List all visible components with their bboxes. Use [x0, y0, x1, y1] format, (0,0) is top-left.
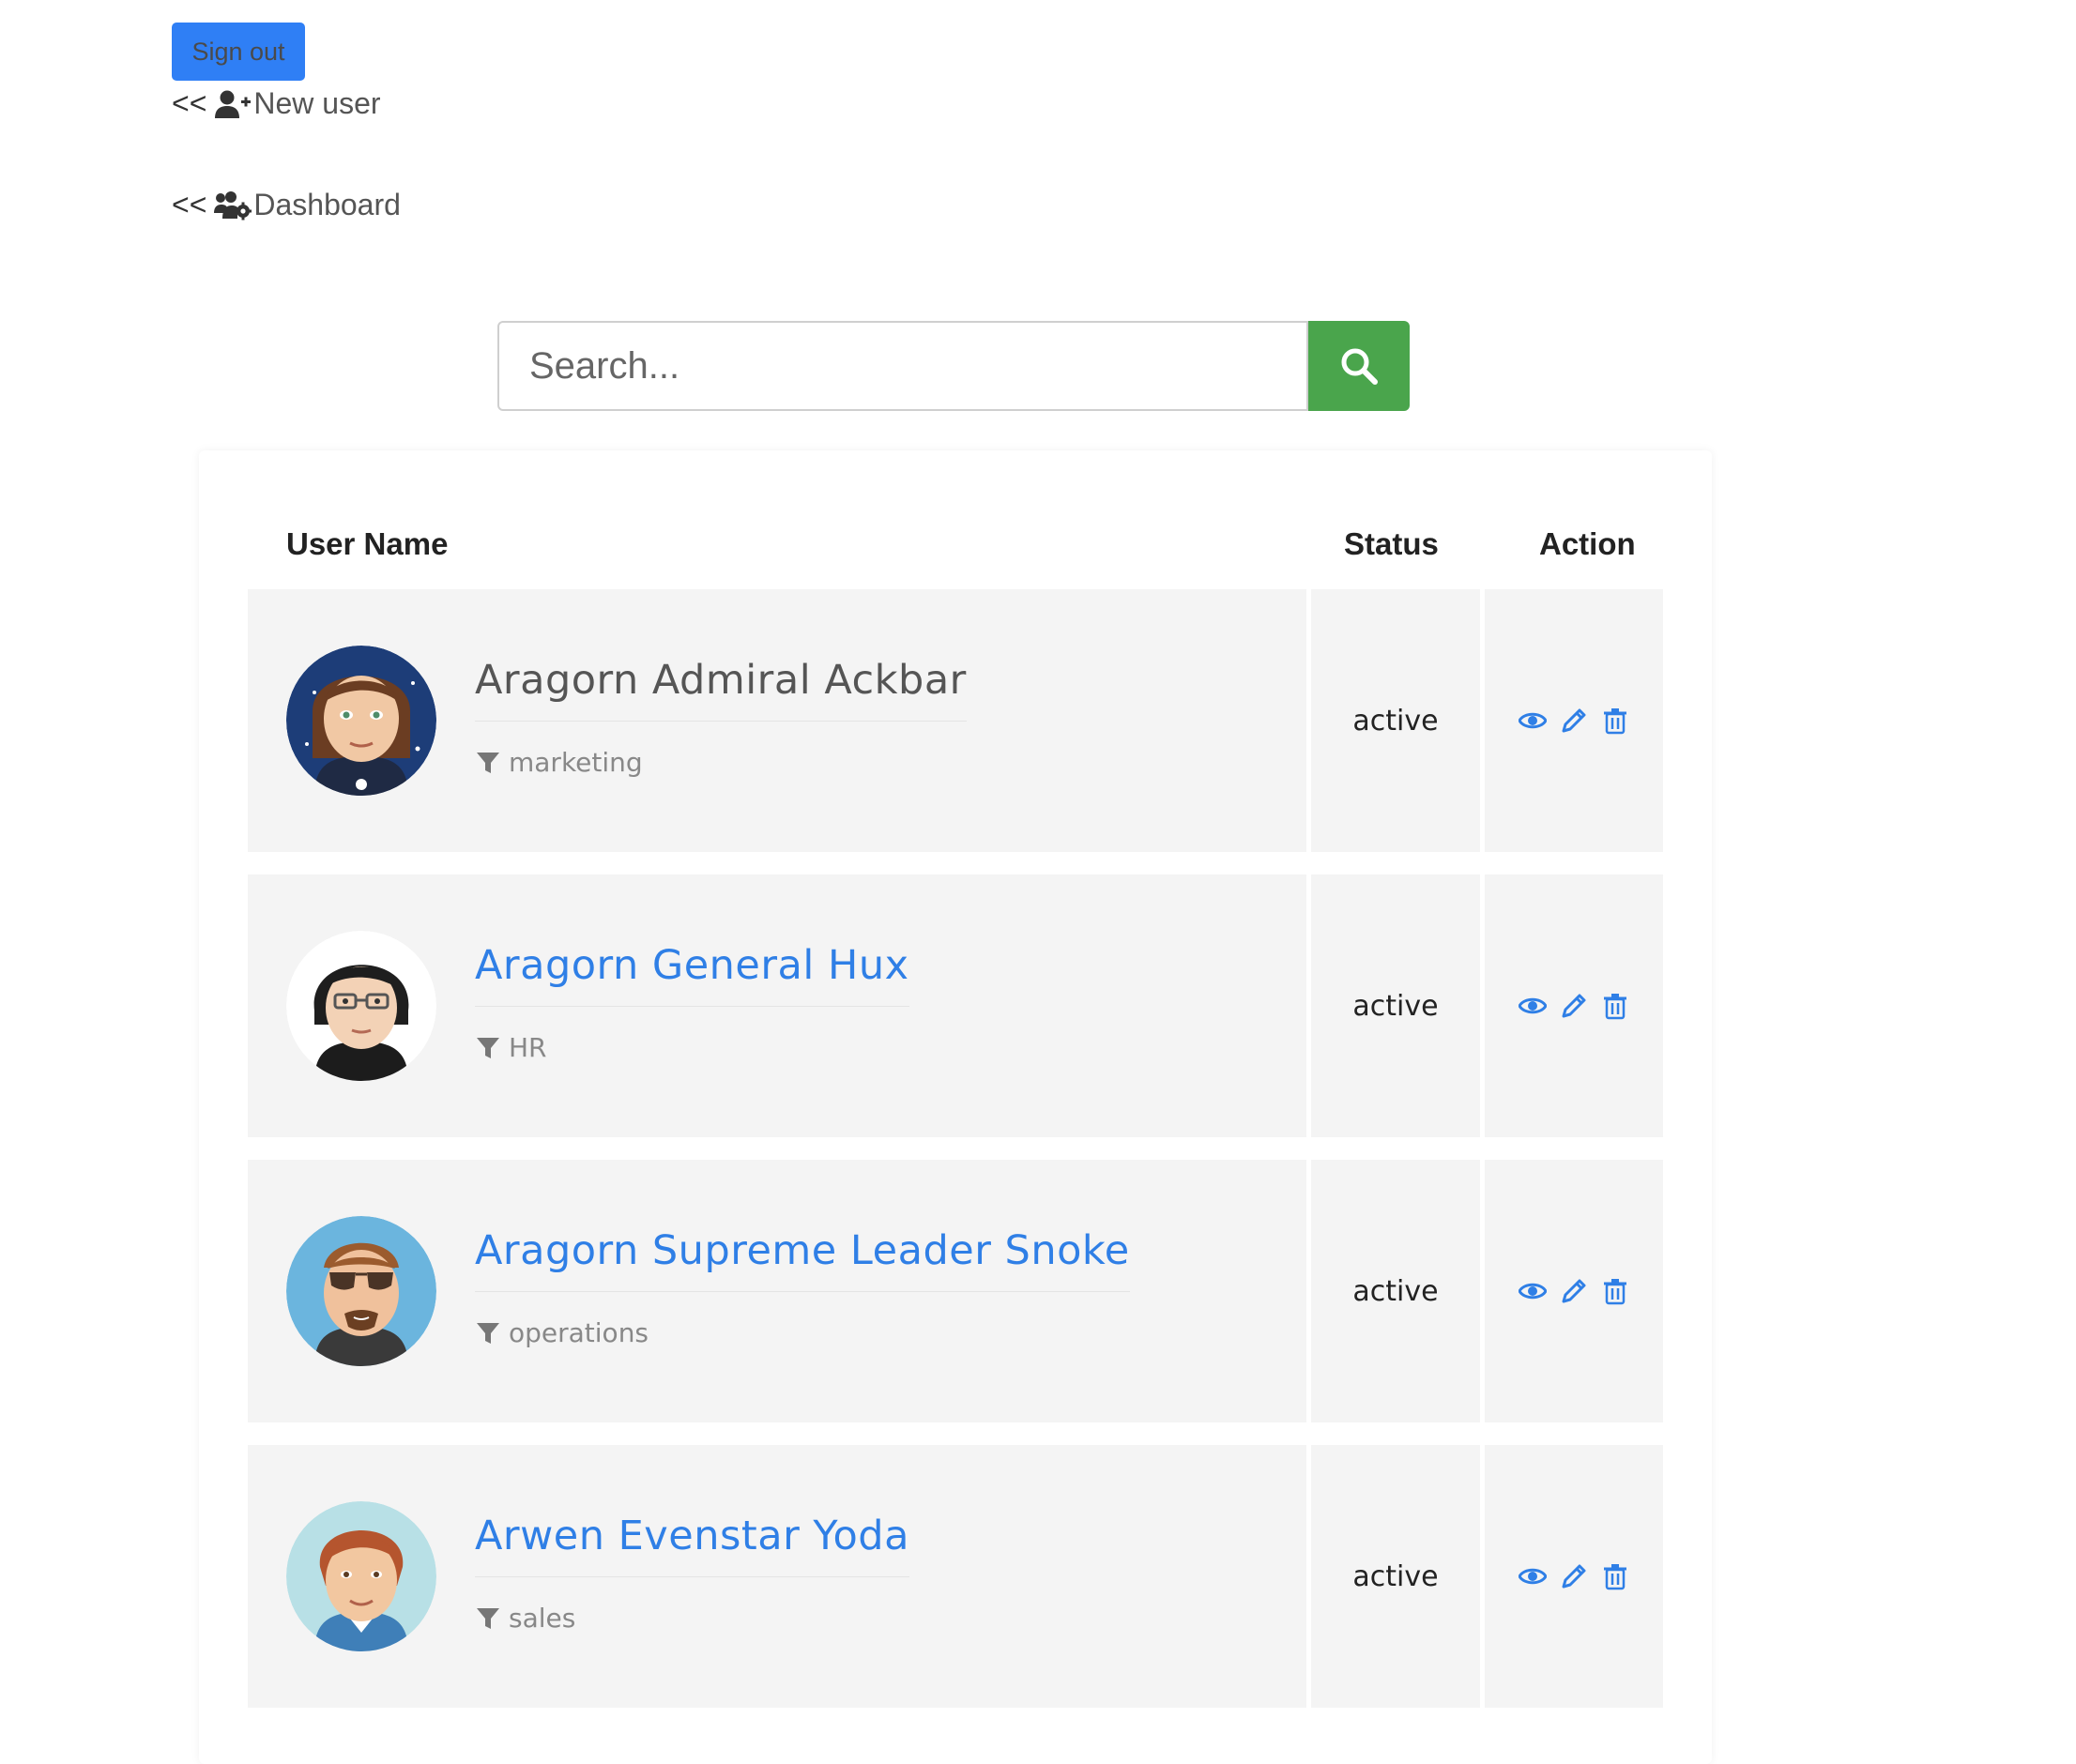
table-row: Aragorn Supreme Leader Snoke operations …: [248, 1160, 1663, 1422]
status-cell: active: [1311, 1445, 1480, 1708]
status-text: active: [1352, 989, 1439, 1023]
user-plus-icon: [215, 90, 252, 118]
action-cell: [1485, 1160, 1663, 1422]
table-row: Aragorn General Hux HR active: [248, 874, 1663, 1137]
status-cell: active: [1311, 589, 1480, 852]
user-department: operations: [475, 1317, 649, 1348]
department-label: HR: [509, 1032, 547, 1063]
action-cell: [1485, 589, 1663, 852]
user-department: HR: [475, 1032, 547, 1063]
dashboard-link[interactable]: << Dashboard: [172, 188, 401, 222]
user-cell: Aragorn Admiral Ackbar marketing: [248, 589, 1306, 852]
trash-icon[interactable]: [1601, 1277, 1629, 1305]
users-cog-icon: [214, 190, 252, 220]
avatar: [286, 1501, 436, 1651]
department-label: sales: [509, 1603, 576, 1634]
eye-icon[interactable]: [1519, 992, 1547, 1020]
eye-icon[interactable]: [1519, 1562, 1547, 1590]
filter-icon: [477, 1037, 499, 1058]
header-action: Action: [1539, 526, 1636, 561]
user-name[interactable]: Aragorn Admiral Ackbar: [475, 657, 967, 722]
user-name-link[interactable]: Aragorn Supreme Leader Snoke: [475, 1227, 1130, 1292]
pencil-icon[interactable]: [1560, 1562, 1588, 1590]
new-user-label: New user: [253, 86, 381, 120]
department-label: marketing: [509, 747, 643, 778]
table-row: Arwen Evenstar Yoda sales active: [248, 1445, 1663, 1708]
trash-icon[interactable]: [1601, 992, 1629, 1020]
action-cell: [1485, 1445, 1663, 1708]
user-cell: Aragorn Supreme Leader Snoke operations: [248, 1160, 1306, 1422]
filter-icon: [477, 1322, 499, 1344]
pencil-icon[interactable]: [1560, 992, 1588, 1020]
trash-icon[interactable]: [1601, 1562, 1629, 1590]
user-cell: Aragorn General Hux HR: [248, 874, 1306, 1137]
pencil-icon[interactable]: [1560, 1277, 1588, 1305]
filter-icon: [477, 752, 499, 773]
status-text: active: [1352, 704, 1439, 738]
back-prefix: <<: [172, 188, 207, 221]
header-status: Status: [1344, 526, 1439, 561]
status-cell: active: [1311, 1160, 1480, 1422]
table-row: Aragorn Admiral Ackbar marketing active: [248, 589, 1663, 852]
status-text: active: [1352, 1274, 1439, 1308]
search-bar: [497, 321, 1410, 411]
user-name-link[interactable]: Arwen Evenstar Yoda: [475, 1513, 909, 1577]
user-department: marketing: [475, 747, 643, 778]
new-user-link[interactable]: << New user: [172, 86, 381, 121]
avatar: [286, 931, 436, 1081]
trash-icon[interactable]: [1601, 707, 1629, 735]
search-button[interactable]: [1308, 321, 1410, 411]
user-name-link[interactable]: Aragorn General Hux: [475, 942, 909, 1007]
action-cell: [1485, 874, 1663, 1137]
avatar: [286, 1216, 436, 1366]
search-icon: [1341, 348, 1378, 385]
back-prefix: <<: [172, 86, 207, 120]
avatar: [286, 646, 436, 796]
department-label: operations: [509, 1317, 649, 1348]
sign-out-button[interactable]: Sign out: [172, 23, 305, 81]
status-cell: active: [1311, 874, 1480, 1137]
user-cell: Arwen Evenstar Yoda sales: [248, 1445, 1306, 1708]
eye-icon[interactable]: [1519, 707, 1547, 735]
table-header: User Name Status Action: [248, 521, 1663, 568]
header-user-name: User Name: [286, 526, 449, 561]
user-department: sales: [475, 1603, 575, 1634]
filter-icon: [477, 1607, 499, 1629]
search-input[interactable]: [497, 321, 1308, 411]
dashboard-label: Dashboard: [253, 188, 401, 221]
status-text: active: [1352, 1559, 1439, 1593]
eye-icon[interactable]: [1519, 1277, 1547, 1305]
pencil-icon[interactable]: [1560, 707, 1588, 735]
